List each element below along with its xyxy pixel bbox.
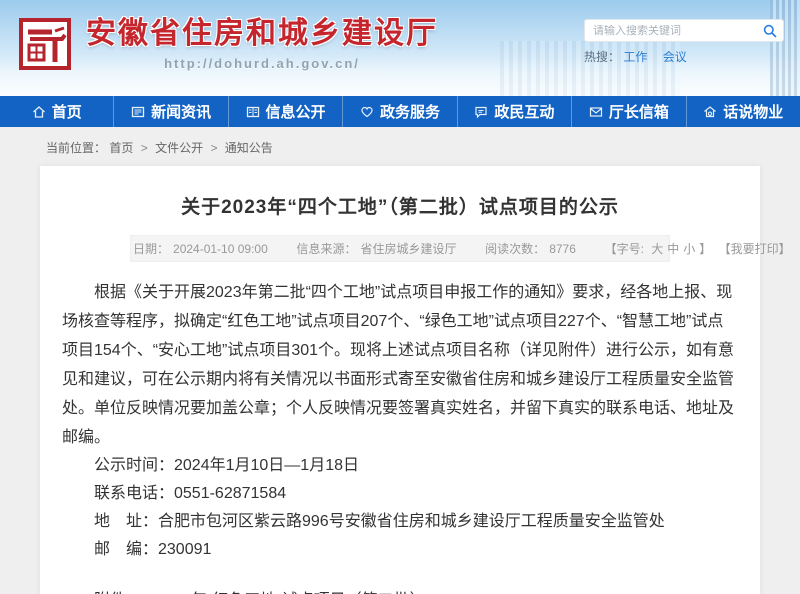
services-icon <box>360 105 374 119</box>
site-brand: 安徽省住房和城乡建设厅 http://dohurd.ah.gov.cn/ <box>18 17 438 71</box>
breadcrumb-item-notices[interactable]: 通知公告 <box>225 141 273 155</box>
search-box <box>584 19 784 42</box>
font-size-small-button[interactable]: 小 <box>683 242 695 256</box>
nav-item-home[interactable]: 首页 <box>0 96 114 127</box>
hot-search-link-work[interactable]: 工作 <box>623 50 647 64</box>
main-nav: 首页 新闻资讯 信息公开 政务服务 政民互动 厅长信箱 <box>0 96 800 127</box>
font-size-large-button[interactable]: 大 <box>651 242 663 256</box>
article-paragraph: 根据《关于开展2023年第二批“四个工地”试点项目申报工作的通知》要求，经各地上… <box>62 278 738 452</box>
meta-source: 省住房城乡建设厅 <box>360 242 456 256</box>
breadcrumb-separator: > <box>210 141 217 155</box>
contact-phone-line: 联系电话：0551-62871584 <box>62 480 738 508</box>
news-icon <box>131 105 145 119</box>
nav-label: 信息公开 <box>266 101 326 122</box>
font-size-medium-button[interactable]: 中 <box>667 242 679 256</box>
nav-label: 新闻资讯 <box>151 101 211 122</box>
breadcrumb-item-home[interactable]: 首页 <box>109 141 133 155</box>
site-url: http://dohurd.ah.gov.cn/ <box>86 56 438 71</box>
print-button[interactable]: 【我要打印】 <box>719 242 791 256</box>
hot-search: 热搜： 工作 会议 <box>584 48 784 65</box>
font-size-prefix: 【字号: <box>605 242 648 256</box>
article-container: 关于2023年“四个工地”（第二批）试点项目的公示 日期： 2024-01-10 … <box>40 166 760 594</box>
info-disclosure-icon <box>246 105 260 119</box>
address-line: 地 址：合肥市包河区紫云路996号安徽省住房和城乡建设厅工程质量安全监管处 <box>62 508 738 536</box>
font-size-suffix: 】 <box>699 242 711 256</box>
article-meta-bar: 日期： 2024-01-10 09:00 信息来源： 省住房城乡建设厅 阅读次数： 8… <box>130 235 670 262</box>
nav-label: 厅长信箱 <box>609 101 669 122</box>
hot-search-link-meeting[interactable]: 会议 <box>663 50 687 64</box>
meta-views: 8776 <box>549 242 576 256</box>
nav-label: 政务服务 <box>380 101 440 122</box>
breadcrumb-item-documents[interactable]: 文件公开 <box>155 141 203 155</box>
breadcrumb-label: 当前位置： <box>46 141 106 155</box>
breadcrumb: 当前位置： 首页 > 文件公开 > 通知公告 <box>0 127 800 166</box>
nav-item-interaction[interactable]: 政民互动 <box>458 96 572 127</box>
nav-label: 首页 <box>52 101 82 122</box>
meta-date-label: 日期： <box>133 242 169 256</box>
nav-item-news[interactable]: 新闻资讯 <box>114 96 228 127</box>
postcode-line: 邮 编：230091 <box>62 536 738 564</box>
article-body: 根据《关于开展2023年第二批“四个工地”试点项目申报工作的通知》要求，经各地上… <box>62 278 738 594</box>
nav-item-mailbox[interactable]: 厅长信箱 <box>572 96 686 127</box>
nav-label: 政民互动 <box>494 101 554 122</box>
mailbox-icon <box>589 105 603 119</box>
site-logo-icon <box>18 17 72 71</box>
meta-views-label: 阅读次数： <box>485 242 545 256</box>
site-identity: 安徽省住房和城乡建设厅 http://dohurd.ah.gov.cn/ <box>86 17 438 71</box>
hot-search-label: 热搜： <box>584 50 620 64</box>
search-icon[interactable] <box>763 24 777 38</box>
nav-item-info-disclosure[interactable]: 信息公开 <box>229 96 343 127</box>
site-banner: 安徽省住房和城乡建设厅 http://dohurd.ah.gov.cn/ 热搜：… <box>0 0 800 96</box>
site-title: 安徽省住房和城乡建设厅 <box>86 17 438 51</box>
attachment-row: 附件：1.2023年“红色工地”试点项目（第二批） <box>62 584 738 594</box>
interaction-icon <box>474 105 488 119</box>
search-input[interactable] <box>593 25 763 37</box>
property-icon <box>703 105 717 119</box>
attachments-list: 附件：1.2023年“红色工地”试点项目（第二批） 2.2023年“绿色工地”试… <box>62 584 738 594</box>
home-icon <box>32 105 46 119</box>
page-background: 当前位置： 首页 > 文件公开 > 通知公告 关于2023年“四个工地”（第二批… <box>0 127 800 594</box>
nav-label: 话说物业 <box>723 101 783 122</box>
article-title: 关于2023年“四个工地”（第二批）试点项目的公示 <box>62 192 738 219</box>
meta-source-label: 信息来源： <box>296 242 356 256</box>
nav-item-property[interactable]: 话说物业 <box>687 96 800 127</box>
breadcrumb-separator: > <box>141 141 148 155</box>
search-area: 热搜： 工作 会议 <box>584 19 784 65</box>
nav-item-services[interactable]: 政务服务 <box>343 96 457 127</box>
meta-date: 2024-01-10 09:00 <box>173 242 268 256</box>
publicity-period-line: 公示时间：2024年1月10日—1月18日 <box>62 452 738 480</box>
